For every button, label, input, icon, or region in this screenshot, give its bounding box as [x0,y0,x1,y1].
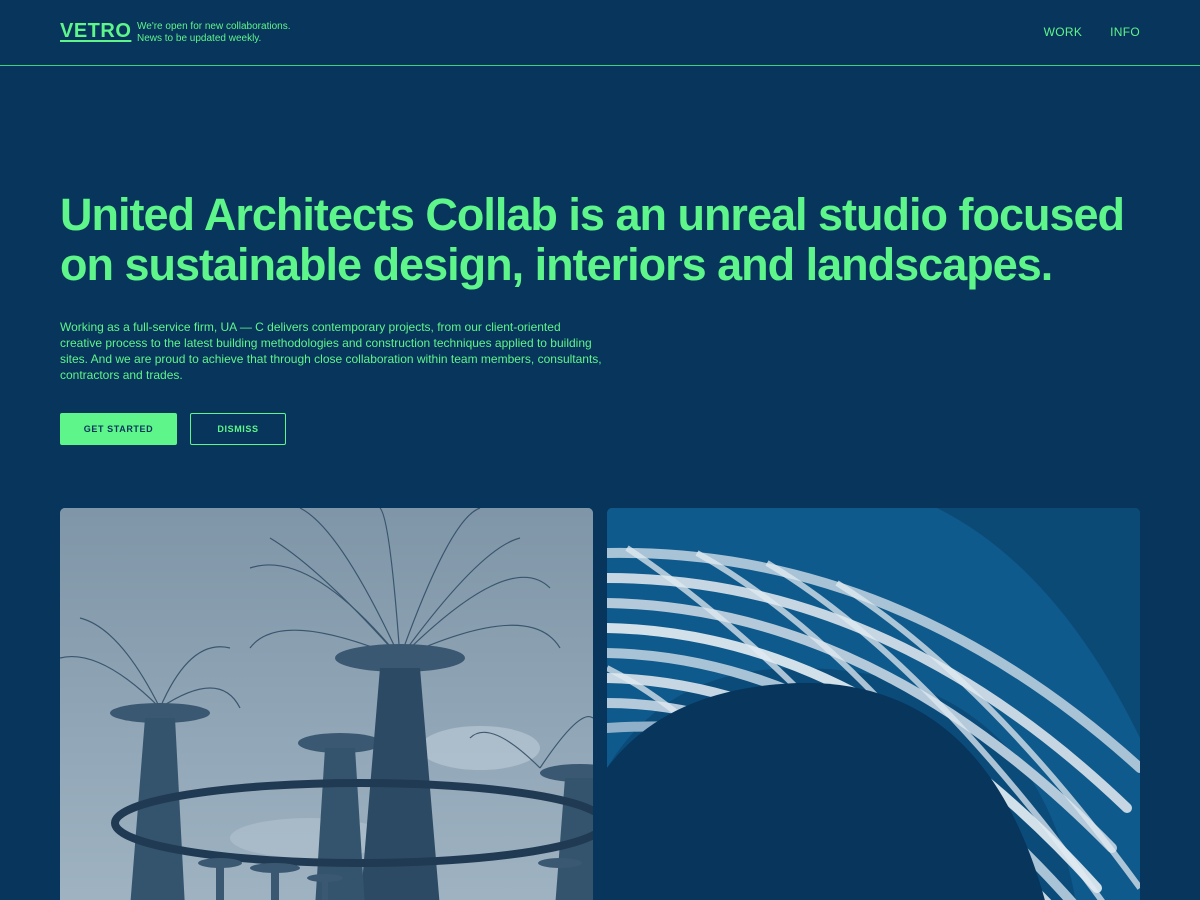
tagline-line-2: News to be updated weekly. [137,33,262,44]
nav-link-info[interactable]: INFO [1110,25,1140,39]
tagline-line-1: We're open for new collaborations. [137,21,291,32]
arch-illustration [607,508,1140,900]
dismiss-button[interactable]: DISMISS [190,413,286,445]
get-started-button[interactable]: GET STARTED [60,413,177,445]
top-navigation-bar: VETRO We're open for new collaborations.… [0,0,1200,66]
hero-description: Working as a full-service firm, UA — C d… [60,320,602,382]
supertree-grove-photo [60,508,593,900]
header-tagline: We're open for new collaborations. News … [137,21,290,45]
nav-link-work[interactable]: WORK [1044,25,1083,39]
supertree-illustration [60,508,593,900]
hero-headline: United Architects Collab is an unreal st… [60,189,1125,290]
brand-logo[interactable]: VETRO [60,20,131,43]
woven-arch-structure-photo [607,508,1140,900]
main-nav: WORK INFO [1044,25,1140,39]
